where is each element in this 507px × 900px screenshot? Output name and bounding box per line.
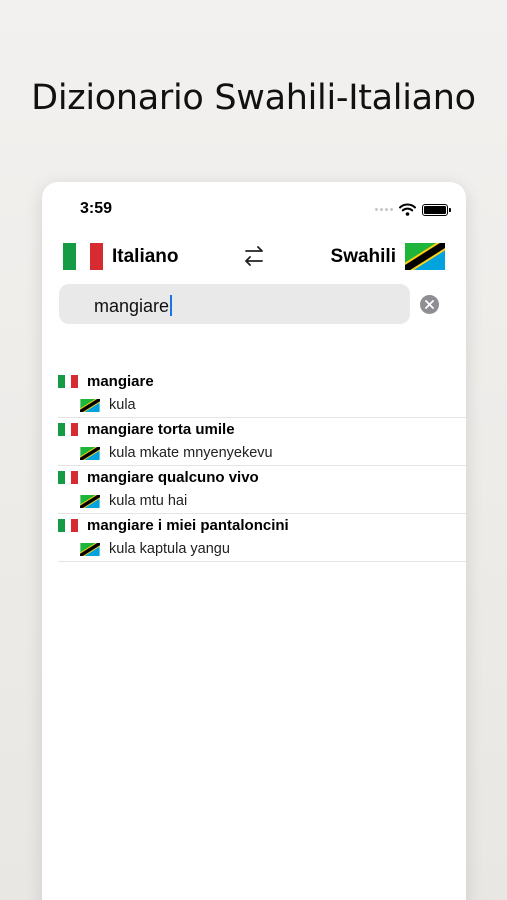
clear-search-icon[interactable]: [420, 295, 439, 314]
target-language[interactable]: Swahili: [331, 246, 396, 268]
tanzania-flag-icon: [80, 398, 100, 412]
status-icons: [375, 203, 451, 216]
text-cursor: [170, 295, 173, 316]
italy-flag-icon: [58, 519, 79, 532]
search-field[interactable]: mangiare: [59, 284, 410, 324]
search-input[interactable]: mangiare: [94, 295, 173, 317]
translation-term: kula mtu hai: [109, 493, 188, 509]
translation-term: kula mkate mnyenyekevu: [109, 445, 273, 461]
italy-flag-icon: [58, 423, 79, 436]
source-term: mangiare: [87, 373, 154, 390]
result-row[interactable]: mangiare kula: [58, 370, 466, 418]
result-row[interactable]: mangiare i miei pantaloncini kula kaptul…: [58, 514, 466, 562]
italy-flag-icon: [58, 471, 79, 484]
swap-languages-icon[interactable]: [241, 243, 267, 269]
status-bar: 3:59: [42, 200, 466, 222]
translation-term: kula: [109, 397, 136, 413]
tanzania-flag-icon: [80, 542, 100, 556]
translation-term: kula kaptula yangu: [109, 541, 230, 557]
source-term: mangiare i miei pantaloncini: [87, 517, 289, 534]
source-term: mangiare torta umile: [87, 421, 235, 438]
result-row[interactable]: mangiare qualcuno vivo kula mtu hai: [58, 466, 466, 514]
app-headline: Dizionario Swahili-Italiano: [31, 78, 476, 118]
status-time: 3:59: [80, 200, 113, 217]
results-list: mangiare kula mangiare torta umile kula …: [42, 370, 466, 562]
phone-screen: 3:59 Italiano Swahili mangiare mangiare …: [42, 182, 466, 900]
tanzania-flag-icon: [80, 494, 100, 508]
language-bar: Italiano Swahili: [42, 240, 466, 274]
signal-dots-icon: [375, 208, 393, 211]
source-language[interactable]: Italiano: [112, 246, 179, 268]
battery-icon: [422, 203, 451, 216]
result-row[interactable]: mangiare torta umile kula mkate mnyenyek…: [58, 418, 466, 466]
tanzania-flag-icon: [405, 243, 445, 270]
source-term: mangiare qualcuno vivo: [87, 469, 259, 486]
italy-flag-icon: [63, 243, 103, 270]
wifi-icon: [399, 203, 416, 216]
italy-flag-icon: [58, 375, 79, 388]
tanzania-flag-icon: [80, 446, 100, 460]
